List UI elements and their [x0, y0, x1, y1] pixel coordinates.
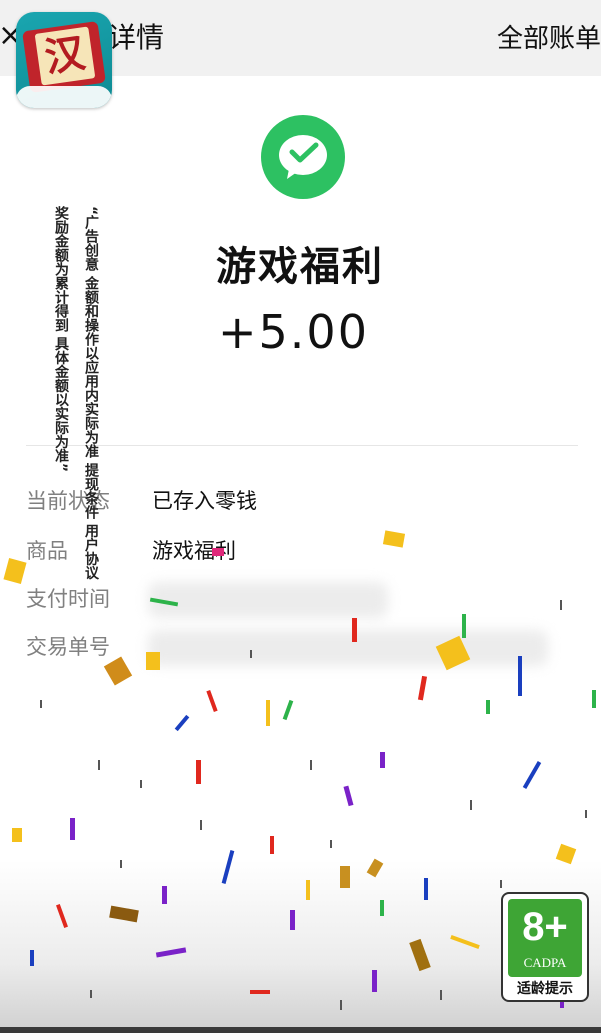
age-rating-org: CADPA — [523, 955, 567, 970]
ad-notice-col2: 奖励金额为累计得到 具体金额以实际为准” — [53, 206, 69, 473]
logo-cloud — [16, 86, 112, 108]
age-rating-green: 8+ CADPA — [508, 899, 582, 977]
product-label: 商品 — [26, 539, 68, 563]
age-rating-caption: 适龄提示 — [517, 981, 573, 997]
screen: × 详情 全部账单 汉 游戏福利 +5.00 当前状态 已存入零钱 商品 游戏福… — [0, 0, 601, 1033]
pay-time-value-blurred — [148, 582, 388, 618]
age-rating-number: 8+ — [522, 905, 568, 949]
wechat-pay-icon — [261, 115, 345, 199]
logo-character: 汉 — [41, 29, 89, 82]
amount: +5.00 — [218, 305, 369, 359]
bottom-strip — [0, 1027, 601, 1033]
divider — [26, 445, 578, 446]
ad-notice-col1: “广告创意 金额和操作以应用内实际为准 提现条件 用户协议 — [83, 206, 99, 580]
page-title: 详情 — [108, 21, 165, 54]
status-value: 已存入零钱 — [152, 489, 257, 513]
app-logo-icon[interactable]: 汉 — [16, 12, 112, 108]
product-name: 游戏福利 — [216, 244, 384, 290]
all-bills-button[interactable]: 全部账单 — [497, 20, 601, 58]
age-rating-badge: 8+ CADPA 适龄提示 — [501, 892, 589, 1002]
order-no-value-blurred — [148, 630, 548, 666]
pay-time-label: 支付时间 — [26, 587, 110, 611]
order-no-label: 交易单号 — [26, 635, 110, 659]
product-value: 游戏福利 — [152, 539, 236, 563]
